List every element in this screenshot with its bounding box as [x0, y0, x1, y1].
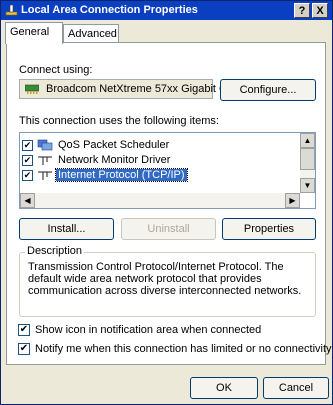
adapter-field: Broadcom NetXtreme 57xx Gigabit Cc	[19, 79, 232, 99]
item-checkbox[interactable]: ✔	[22, 170, 33, 181]
scroll-up-icon[interactable]: ▲	[300, 133, 315, 148]
horizontal-scrollbar[interactable]: ◀ ▶	[20, 193, 300, 208]
item-label: QoS Packet Scheduler	[58, 139, 170, 151]
network-card-icon	[25, 84, 39, 94]
scroll-left-icon[interactable]: ◀	[20, 193, 35, 208]
item-label: Network Monitor Driver	[58, 154, 171, 166]
scroll-right-icon[interactable]: ▶	[285, 193, 300, 208]
configure-button[interactable]: Configure...	[220, 79, 316, 101]
show-icon-label[interactable]: Show icon in notification area when conn…	[35, 324, 261, 336]
qos-scheduler-icon	[37, 139, 53, 151]
adapter-name: Broadcom NetXtreme 57xx Gigabit Cc	[46, 83, 233, 95]
connect-using-label: Connect using:	[19, 64, 93, 76]
notify-label[interactable]: Notify me when this connection has limit…	[35, 343, 332, 355]
notify-option[interactable]: ✔ Notify me when this connection has lim…	[18, 342, 332, 356]
install-button[interactable]: Install...	[19, 218, 114, 240]
network-protocol-icon	[38, 156, 52, 165]
list-item-selected[interactable]: ✔ Internet Protocol (TCP/IP)	[22, 168, 300, 183]
title-bar[interactable]: Local Area Connection Properties ? X	[1, 1, 332, 20]
list-item[interactable]: ✔ Network Monitor Driver	[22, 153, 300, 168]
show-icon-checkbox[interactable]: ✔	[18, 324, 30, 336]
description-legend: Description	[25, 245, 85, 257]
items-list-label: This connection uses the following items…	[19, 115, 219, 127]
show-icon-option[interactable]: ✔ Show icon in notification area when co…	[18, 323, 318, 337]
cancel-button[interactable]: Cancel	[263, 377, 329, 399]
tab-general[interactable]: General	[5, 22, 63, 44]
description-text: Transmission Control Protocol/Internet P…	[28, 261, 302, 297]
uninstall-button[interactable]: Uninstall	[121, 218, 216, 240]
properties-button[interactable]: Properties	[222, 218, 316, 240]
tab-advanced[interactable]: Advanced	[63, 24, 119, 44]
ok-button[interactable]: OK	[190, 377, 258, 399]
item-checkbox[interactable]: ✔	[22, 155, 33, 166]
window-title: Local Area Connection Properties	[21, 4, 198, 16]
help-button[interactable]: ?	[294, 3, 310, 18]
list-item[interactable]: ✔ QoS Packet Scheduler	[22, 138, 300, 153]
item-checkbox[interactable]: ✔	[22, 140, 33, 151]
network-connection-icon	[5, 4, 18, 16]
scroll-down-icon[interactable]: ▼	[300, 178, 315, 193]
notify-checkbox[interactable]: ✔	[18, 343, 30, 355]
item-label: Internet Protocol (TCP/IP)	[55, 168, 188, 182]
close-button[interactable]: X	[312, 3, 328, 18]
vertical-scrollbar[interactable]: ▲ ▼	[300, 133, 315, 193]
scroll-thumb[interactable]	[300, 148, 315, 170]
properties-dialog: Local Area Connection Properties ? X Gen…	[0, 0, 333, 405]
network-protocol-icon	[38, 171, 52, 180]
description-group: Description Transmission Control Protoco…	[19, 245, 316, 317]
components-list[interactable]: ✔ QoS Packet Scheduler ✔ Network Monitor…	[19, 132, 316, 209]
